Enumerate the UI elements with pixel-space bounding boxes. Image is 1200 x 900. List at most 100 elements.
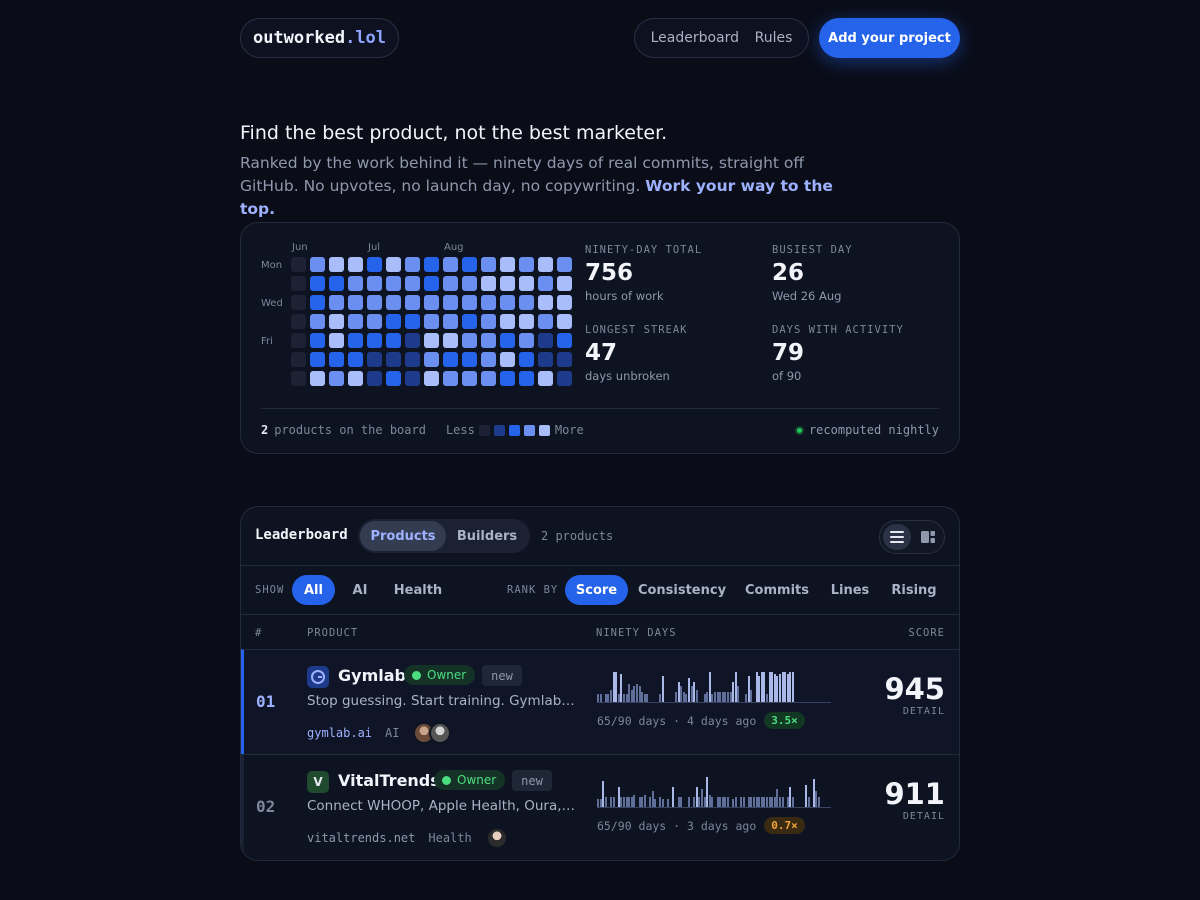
stat-total: NINETY-DAY TOTAL 756 hours of work (585, 244, 702, 303)
add-project-button[interactable]: Add your project (819, 18, 960, 58)
sparkline-bar (792, 672, 794, 702)
product-icon (307, 666, 329, 688)
nav-leaderboard-link[interactable]: Leaderboard (651, 30, 739, 46)
heatmap-cell (462, 333, 477, 348)
heatmap-cell (557, 295, 572, 310)
rank-number: 01 (256, 692, 276, 711)
score-block: 945 DETAIL (884, 672, 945, 717)
tab-products[interactable]: Products (360, 521, 446, 551)
heatmap-cell (424, 276, 439, 291)
heatmap-cell (557, 314, 572, 329)
activity-summary: 65/90 days · 4 days ago (597, 713, 757, 728)
stat-busiest: BUSIEST DAY 26 Wed 26 Aug (772, 244, 853, 303)
sparkline-bar (818, 797, 820, 807)
heatmap-cell (329, 257, 344, 272)
avatar[interactable] (485, 827, 508, 849)
stat-value: 47 (585, 340, 618, 366)
heatmap-cell (462, 276, 477, 291)
sparkline-bar (688, 797, 690, 807)
legend-less: Less (445, 423, 475, 437)
heatmap-cell (443, 276, 458, 291)
legend-swatch (493, 424, 505, 436)
heatmap-cell (443, 257, 458, 272)
heatmap-cell (405, 314, 420, 329)
heatmap-cell (519, 295, 534, 310)
heatmap-cell (367, 314, 382, 329)
score-value: 945 (884, 672, 945, 706)
filter-health[interactable]: Health (387, 575, 449, 605)
owner-label: Owner (427, 668, 467, 682)
table-row[interactable]: 02 V VitalTrends Owner new Connect WHOOP… (241, 754, 959, 859)
nav-rules-link[interactable]: Rules (755, 30, 793, 46)
rank-score[interactable]: Score (565, 575, 628, 605)
stat-value: 756 (585, 260, 634, 286)
stat-label: LONGEST STREAK (585, 324, 688, 336)
product-url[interactable]: gymlab.ai (307, 726, 372, 740)
product-category: AI (385, 726, 400, 740)
sparkline-bar (667, 799, 670, 807)
heatmap-cell (291, 257, 306, 272)
product-count-label: products on the board (274, 423, 426, 437)
heatmap-cell (329, 276, 344, 291)
heatmap-cell (367, 257, 382, 272)
sparkline-bar (612, 797, 615, 807)
sparkline-bar (680, 797, 683, 807)
logo[interactable]: outworked .lol (240, 18, 399, 58)
multiplier-badge: 0.7× (764, 817, 805, 834)
heatmap-cell (386, 276, 401, 291)
heatmap-cell (500, 314, 515, 329)
stat-sub: of 90 (772, 369, 802, 383)
tab-builders[interactable]: Builders (446, 521, 528, 551)
activity-meta: 65/90 days · 4 days ago 3.5× (597, 712, 805, 729)
heatmap-cell (443, 333, 458, 348)
avatar[interactable] (429, 722, 452, 744)
rank-by-label: RANK BY (507, 584, 559, 596)
col-score: SCORE (908, 627, 945, 639)
product-name[interactable]: Gymlab (338, 666, 406, 685)
heatmap-cell (519, 257, 534, 272)
heatmap-cell (291, 314, 306, 329)
activity-card: Jun Jul Aug Mon Wed Fri NINETY-DAY TOTAL… (240, 222, 960, 454)
product-name[interactable]: VitalTrends (338, 771, 440, 790)
sparkline-bar (695, 690, 698, 702)
sparkline-bar (711, 797, 714, 807)
heatmap-cell (348, 371, 363, 386)
heatmap-cell (291, 276, 306, 291)
list-view-icon[interactable] (883, 524, 911, 550)
builder-avatars (413, 722, 452, 744)
rank-consistency[interactable]: Consistency (637, 575, 727, 605)
month-label: Aug (444, 242, 464, 253)
stat-streak: LONGEST STREAK 47 days unbroken (585, 324, 688, 383)
product-url[interactable]: vitaltrends.net (307, 831, 415, 845)
sparkline-bar (662, 799, 664, 807)
heatmap-cell (500, 371, 515, 386)
multiplier-badge: 3.5× (764, 712, 805, 729)
product-meta: vitaltrends.net Health (307, 827, 508, 849)
activity-summary: 65/90 days · 3 days ago (597, 818, 757, 833)
stat-label: BUSIEST DAY (772, 244, 853, 256)
heatmap-cell (310, 352, 325, 367)
stat-sub: hours of work (585, 289, 664, 303)
rank-rising[interactable]: Rising (889, 575, 939, 605)
heatmap-cell (424, 295, 439, 310)
stat-activity: DAYS WITH ACTIVITY 79 of 90 (772, 324, 904, 383)
heatmap-cell (500, 257, 515, 272)
heatmap-cell (443, 295, 458, 310)
detail-link[interactable]: DETAIL (884, 706, 945, 717)
table-row[interactable]: 01 Gymlab Owner new Stop guessing. Start… (241, 649, 959, 754)
filter-row: SHOW All AI Health RANK BY Score Consist… (241, 566, 959, 615)
filter-ai[interactable]: AI (343, 575, 377, 605)
product-category: Health (428, 831, 472, 845)
grid-view-icon[interactable] (914, 524, 942, 550)
detail-link[interactable]: DETAIL (884, 811, 945, 822)
heatmap-cell (500, 352, 515, 367)
heatmap-cell (481, 295, 496, 310)
heatmap-cell (538, 352, 553, 367)
sparkline-baseline (597, 807, 831, 808)
rank-lines[interactable]: Lines (825, 575, 875, 605)
logo-accent: .lol (345, 28, 387, 48)
filter-all[interactable]: All (292, 575, 335, 605)
sparkline-bar (750, 690, 753, 702)
heatmap-cell (329, 314, 344, 329)
rank-commits[interactable]: Commits (741, 575, 813, 605)
